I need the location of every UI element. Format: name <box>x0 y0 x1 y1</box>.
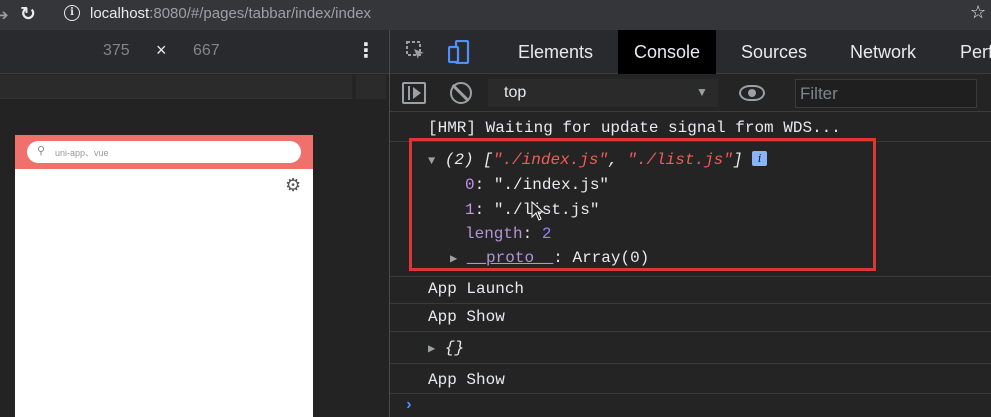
url-path: :8080/#/pages/tabbar/index/index <box>149 5 372 22</box>
media-query-bar <box>0 75 352 99</box>
sidebar-icon-arrow <box>413 87 421 99</box>
console-toolbar: top ▼ <box>390 75 991 112</box>
device-height-input[interactable]: 667 <box>193 42 220 60</box>
more-options-icon[interactable]: ⋮ <box>356 38 376 63</box>
context-selector[interactable]: top ▼ <box>488 79 718 107</box>
phone-search-bar[interactable]: ⚲ uni-app、vue <box>27 141 301 163</box>
row-separator <box>390 393 991 394</box>
clear-console-icon[interactable] <box>450 82 472 104</box>
phone-header: ⚲ uni-app、vue <box>15 135 313 169</box>
filter-input[interactable] <box>795 79 977 108</box>
inspect-element-icon[interactable] <box>406 41 426 61</box>
row-separator <box>390 331 991 332</box>
tab-sources[interactable]: Sources <box>741 42 807 63</box>
device-toggle-icon[interactable] <box>448 40 470 64</box>
row-separator <box>390 303 991 304</box>
console-message-app-show-2: App Show <box>428 371 505 389</box>
reload-icon[interactable]: ↻ <box>20 3 36 26</box>
console-output: [HMR] Waiting for update signal from WDS… <box>390 113 991 417</box>
console-prompt[interactable]: › <box>404 396 414 414</box>
search-icon: ⚲ <box>37 145 46 157</box>
media-query-bar-end <box>356 75 386 99</box>
screen: ➔ ↻ i localhost:8080/#/pages/tabbar/inde… <box>0 0 991 417</box>
sidebar-icon-bar <box>408 86 410 100</box>
tab-performance[interactable]: Perf <box>960 42 991 63</box>
gear-icon[interactable]: ⚙ <box>285 175 301 196</box>
console-message-app-show: App Show <box>428 308 505 326</box>
tab-console[interactable]: Console <box>618 30 717 74</box>
devtools-tab-bar: Elements Console Sources Network Perf <box>390 30 991 74</box>
dimension-separator: × <box>156 40 167 60</box>
device-toolbar: 375 × 667 ⋮ <box>0 30 389 74</box>
expand-triangle-icon[interactable]: ▶ <box>428 342 435 356</box>
row-separator <box>390 363 991 364</box>
url-text[interactable]: localhost:8080/#/pages/tabbar/index/inde… <box>90 5 371 22</box>
device-width-input[interactable]: 375 <box>103 42 130 60</box>
back-arrow-icon[interactable]: ➔ <box>0 6 9 24</box>
live-expression-eye-icon[interactable] <box>739 85 765 101</box>
url-host: localhost <box>90 5 150 22</box>
object-value: {} <box>444 339 465 357</box>
bookmark-star-icon[interactable]: ☆ <box>970 2 986 23</box>
phone-preview: ⚲ uni-app、vue ⚙ <box>15 135 313 417</box>
console-object[interactable]: ▶ {} <box>428 339 464 357</box>
row-separator <box>390 276 991 277</box>
site-info-icon[interactable]: i <box>64 5 80 21</box>
show-sidebar-icon[interactable] <box>402 82 426 104</box>
console-message-app-launch: App Launch <box>428 280 525 298</box>
tab-network[interactable]: Network <box>850 42 916 63</box>
console-message-hmr: [HMR] Waiting for update signal from WDS… <box>428 119 841 137</box>
browser-address-bar: ➔ ↻ i localhost:8080/#/pages/tabbar/inde… <box>0 0 991 30</box>
context-value: top <box>504 84 527 101</box>
tab-elements[interactable]: Elements <box>518 42 593 63</box>
chevron-down-icon: ▼ <box>696 85 708 99</box>
highlight-box <box>409 138 876 271</box>
mouse-cursor-icon <box>531 201 545 221</box>
search-placeholder: uni-app、vue <box>55 148 109 158</box>
